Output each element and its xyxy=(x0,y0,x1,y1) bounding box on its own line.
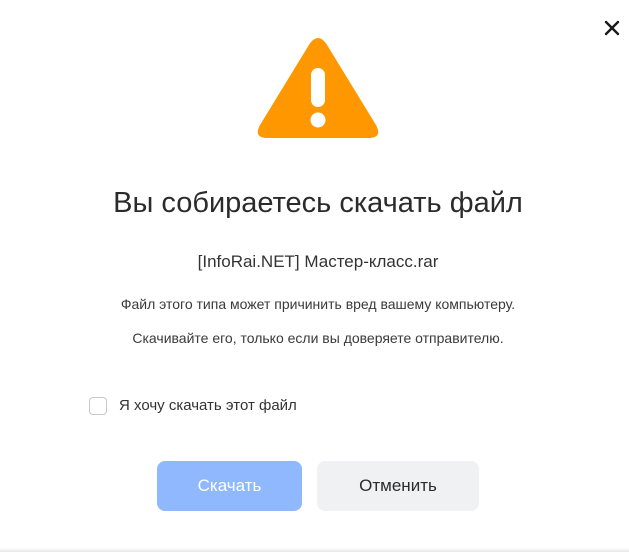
file-name: [InfoRai.NET] Мастер-класс.rar xyxy=(197,252,439,271)
warning-text-line-2: Скачивайте его, только если вы доверяете… xyxy=(132,330,504,346)
close-icon xyxy=(604,20,620,36)
download-button[interactable]: Скачать xyxy=(157,461,302,511)
dialog-bottom-edge xyxy=(0,548,629,552)
consent-checkbox-row[interactable]: Я хочу скачать этот файл xyxy=(89,396,297,416)
close-button[interactable] xyxy=(598,14,626,42)
warning-triangle-icon xyxy=(257,38,379,138)
consent-label: Я хочу скачать этот файл xyxy=(119,397,297,414)
cancel-button[interactable]: Отменить xyxy=(317,461,479,511)
consent-checkbox[interactable] xyxy=(89,397,107,415)
dialog-title: Вы собираетесь скачать файл xyxy=(113,187,523,219)
download-warning-dialog: Вы собираетесь скачать файл [InfoRai.NET… xyxy=(0,0,629,552)
warning-text-line-1: Файл этого типа может причинить вред ваш… xyxy=(120,296,516,312)
